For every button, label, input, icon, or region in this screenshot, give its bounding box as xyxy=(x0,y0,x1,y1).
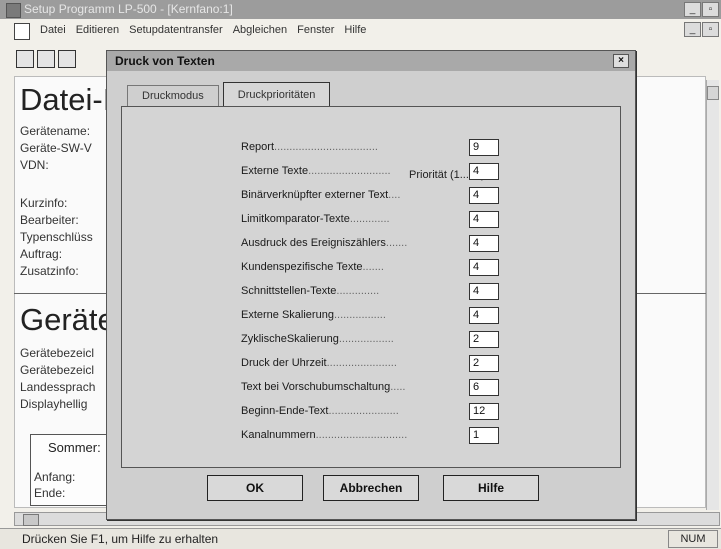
doc-field: VDN: xyxy=(20,158,49,172)
window-title: Setup Programm LP-500 - [Kernfano:1] xyxy=(24,2,233,16)
priority-input[interactable]: 4 xyxy=(469,211,499,228)
priority-label: Kanalnummern............................… xyxy=(241,429,408,441)
priority-label: Externe Texte........................... xyxy=(241,165,391,177)
summer-end-label: Ende: xyxy=(34,486,66,500)
doc-field: Typenschlüss xyxy=(20,230,93,244)
priority-label: Beginn-Ende-Text....................... xyxy=(241,405,399,417)
divider xyxy=(14,293,106,294)
save-file-icon[interactable] xyxy=(58,50,76,68)
priority-input[interactable]: 4 xyxy=(469,163,499,180)
window-titlebar: Setup Programm LP-500 - [Kernfano:1] _ ▫ xyxy=(0,0,721,19)
menu-setupdatentransfer[interactable]: Setupdatentransfer xyxy=(129,24,223,36)
menu-fenster[interactable]: Fenster xyxy=(297,24,334,36)
doc-field: Kurzinfo: xyxy=(20,196,68,210)
doc-field: Gerätename: xyxy=(20,124,91,138)
ok-button[interactable]: OK xyxy=(207,475,303,501)
priority-label: Binärverknüpfter externer Text.... xyxy=(241,189,401,201)
tab-druckprioritaeten[interactable]: Druckprioritäten xyxy=(222,82,331,107)
priority-label: Text bei Vorschubumschaltung..... xyxy=(241,381,406,393)
priority-input[interactable]: 4 xyxy=(469,283,499,300)
status-text: Drücken Sie F1, um Hilfe zu erhalten xyxy=(22,532,219,546)
dialog-titlebar: Druck von Texten × xyxy=(107,51,635,71)
cancel-button[interactable]: Abbrechen xyxy=(323,475,419,501)
print-texts-dialog: Druck von Texten × Druckmodus Druckprior… xyxy=(106,50,636,520)
window-controls: _ ▫ xyxy=(684,2,719,17)
document-icon[interactable] xyxy=(14,23,30,40)
maximize-icon[interactable]: ▫ xyxy=(702,2,719,17)
toolbar xyxy=(16,50,76,68)
priority-label: Limitkomparator-Texte............. xyxy=(241,213,390,225)
priority-input[interactable]: 9 xyxy=(469,139,499,156)
vertical-scrollbar[interactable] xyxy=(706,80,719,510)
priority-label: Externe Skalierung................. xyxy=(241,309,386,321)
help-button[interactable]: Hilfe xyxy=(443,475,539,501)
priority-input[interactable]: 2 xyxy=(469,355,499,372)
doc-field: Displayhellig xyxy=(20,397,88,411)
priority-input[interactable]: 4 xyxy=(469,235,499,252)
scroll-up-icon[interactable] xyxy=(707,86,719,100)
close-icon[interactable]: × xyxy=(613,54,629,68)
dialog-title: Druck von Texten xyxy=(115,54,215,68)
minimize-icon[interactable]: _ xyxy=(684,2,701,17)
app-icon xyxy=(6,3,21,18)
menu-bar: Datei Editieren Setupdatentransfer Abgle… xyxy=(0,20,721,42)
mdi-controls: _ ▫ xyxy=(684,22,719,37)
priority-input[interactable]: 4 xyxy=(469,187,499,204)
priority-input[interactable]: 6 xyxy=(469,379,499,396)
doc-field: Gerätebezeicl xyxy=(20,363,95,377)
status-bar: Drücken Sie F1, um Hilfe zu erhalten NUM xyxy=(0,528,721,549)
doc-field: Geräte-SW-V xyxy=(20,141,92,155)
open-file-icon[interactable] xyxy=(37,50,55,68)
divider xyxy=(634,293,706,294)
doc-field: Zusatzinfo: xyxy=(20,264,79,278)
summer-title: Sommer: xyxy=(48,440,101,455)
priority-input[interactable]: 12 xyxy=(469,403,499,420)
scroll-thumb[interactable] xyxy=(23,514,39,526)
priority-label: ZyklischeSkalierung.................. xyxy=(241,333,394,345)
dialog-tabs: Druckmodus Druckprioritäten xyxy=(127,82,334,107)
menu-hilfe[interactable]: Hilfe xyxy=(344,24,366,36)
menu-datei[interactable]: Datei xyxy=(40,24,66,36)
priority-label: Kundenspezifische Texte....... xyxy=(241,261,384,273)
priority-input[interactable]: 4 xyxy=(469,259,499,276)
priority-label: Report.................................. xyxy=(241,141,378,153)
doc-heading-file: Datei-I xyxy=(20,82,112,117)
doc-heading-device: Geräte xyxy=(20,302,115,337)
num-lock-indicator: NUM xyxy=(668,530,718,548)
mdi-restore-icon[interactable]: ▫ xyxy=(702,22,719,37)
summer-start-label: Anfang: xyxy=(34,470,76,484)
tab-druckmodus[interactable]: Druckmodus xyxy=(127,85,219,106)
priority-label: Druck der Uhrzeit....................... xyxy=(241,357,397,369)
priority-input[interactable]: 4 xyxy=(469,307,499,324)
doc-field: Auftrag: xyxy=(20,247,63,261)
menu-editieren[interactable]: Editieren xyxy=(76,24,119,36)
menu-abgleichen[interactable]: Abgleichen xyxy=(233,24,287,36)
priority-label: Schnittstellen-Texte.............. xyxy=(241,285,380,297)
doc-field: Bearbeiter: xyxy=(20,213,79,227)
mdi-minimize-icon[interactable]: _ xyxy=(684,22,701,37)
priority-label: Ausdruck des Ereigniszählers....... xyxy=(241,237,408,249)
priority-input[interactable]: 2 xyxy=(469,331,499,348)
doc-field: Gerätebezeicl xyxy=(20,346,95,360)
priority-input[interactable]: 1 xyxy=(469,427,499,444)
new-file-icon[interactable] xyxy=(16,50,34,68)
doc-field: Landessprach xyxy=(20,380,96,394)
